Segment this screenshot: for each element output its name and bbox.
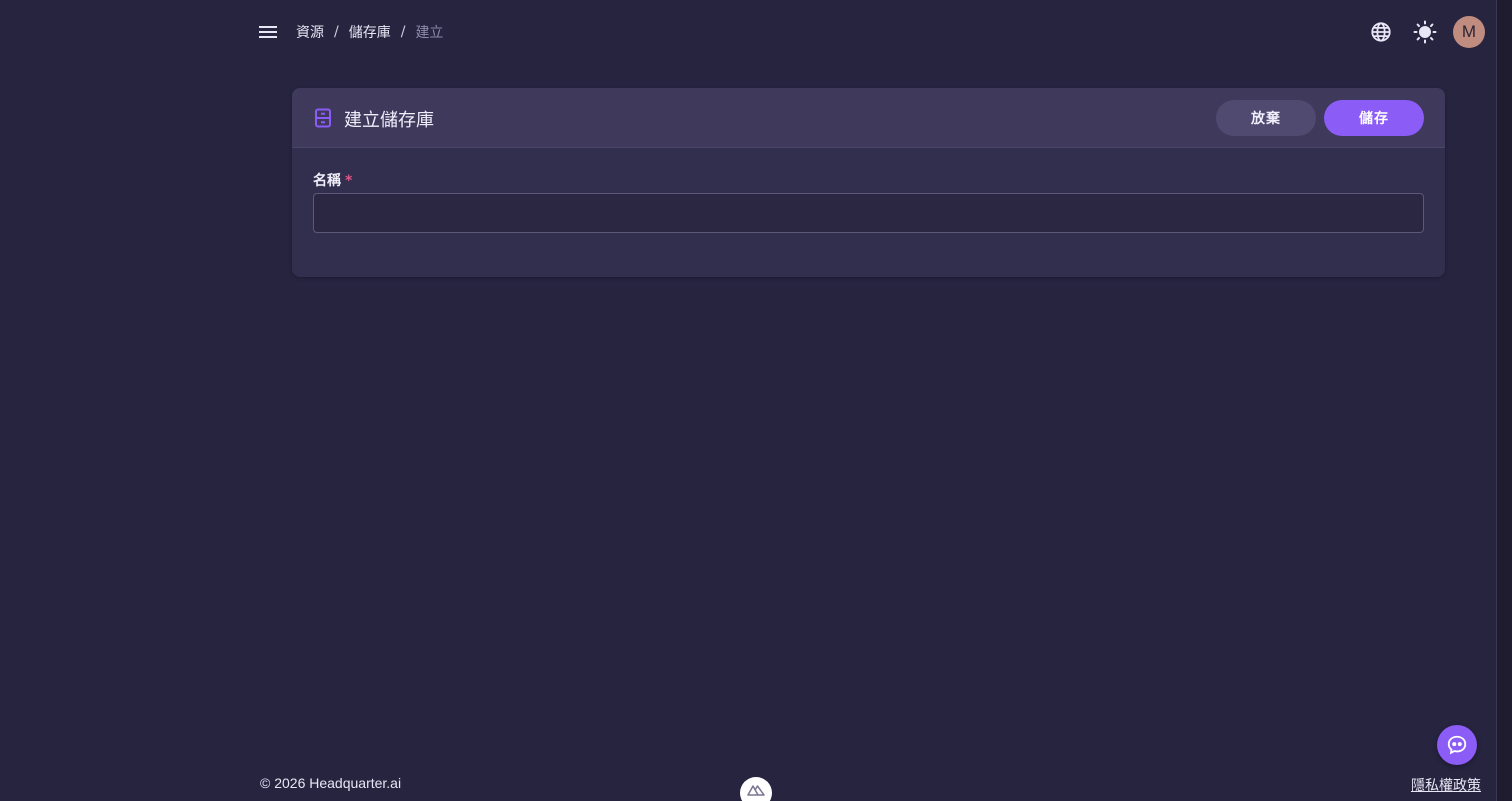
chat-assistant-button[interactable] xyxy=(1437,725,1477,765)
card-title: 建立儲存庫 xyxy=(344,110,434,131)
footer-copyright: © 2026 Headquarter.ai xyxy=(260,775,402,791)
theme-toggle-button[interactable] xyxy=(1411,18,1439,46)
breadcrumb-separator: / xyxy=(334,24,339,40)
card-header: 建立儲存庫 放棄 儲存 xyxy=(292,88,1445,148)
sun-icon xyxy=(1413,20,1437,44)
language-button[interactable] xyxy=(1367,18,1395,46)
globe-icon xyxy=(1371,22,1391,42)
breadcrumb: 資源 / 儲存庫 / 建立 xyxy=(296,22,443,42)
save-button[interactable]: 儲存 xyxy=(1324,100,1424,136)
name-field-label: 名稱 * xyxy=(313,170,352,190)
top-bar: 資源 / 儲存庫 / 建立 M xyxy=(0,0,1496,64)
breadcrumb-separator: / xyxy=(400,24,406,40)
nuxt-logo-icon xyxy=(747,785,765,796)
discard-button[interactable]: 放棄 xyxy=(1216,100,1316,136)
menu-icon xyxy=(259,26,277,38)
name-label-text: 名稱 xyxy=(313,173,341,189)
breadcrumb-resources[interactable]: 資源 xyxy=(296,22,324,42)
devtools-badge[interactable] xyxy=(740,777,772,801)
breadcrumb-repositories[interactable]: 儲存庫 xyxy=(349,22,391,42)
breadcrumb-create: 建立 xyxy=(415,25,444,41)
page: 資源 / 儲存庫 / 建立 M 建立儲存庫 放棄 儲存 名稱 * © 2026 … xyxy=(0,0,1512,801)
page-scrollbar[interactable] xyxy=(1496,0,1512,801)
menu-button[interactable] xyxy=(256,20,280,44)
storage-icon xyxy=(314,108,332,132)
name-input[interactable] xyxy=(313,193,1424,233)
required-indicator: * xyxy=(345,173,353,189)
chat-bot-icon xyxy=(1447,735,1467,755)
user-avatar[interactable]: M xyxy=(1453,16,1485,48)
privacy-policy-link[interactable]: 隱私權政策 xyxy=(1411,775,1481,795)
create-repository-card: 建立儲存庫 放棄 儲存 名稱 * xyxy=(292,88,1445,277)
